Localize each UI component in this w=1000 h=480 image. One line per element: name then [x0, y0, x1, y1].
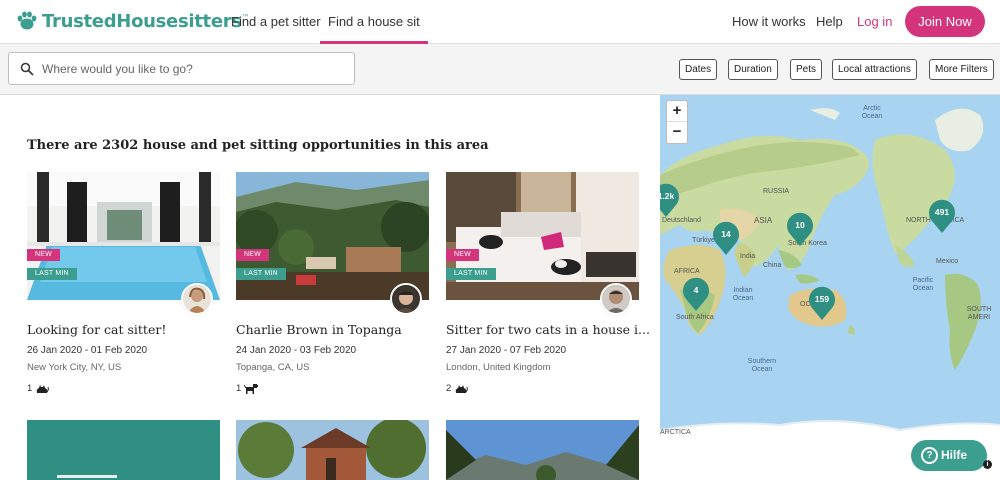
listing-title[interactable]: Charlie Brown in Topanga [236, 322, 439, 337]
india-label: India [740, 253, 756, 260]
listing-dates: 26 Jan 2020 - 01 Feb 2020 [27, 345, 148, 356]
listing-card[interactable]: NEW LAST MIN Sitter for two cats in a ho… [446, 172, 649, 394]
search-box[interactable] [8, 52, 355, 85]
nav-how-it-works[interactable]: How it works [732, 0, 806, 44]
filter-pets-button[interactable]: Pets [790, 59, 823, 80]
mexico-label: Mexico [936, 258, 959, 265]
host-avatar[interactable] [600, 283, 632, 315]
results-map[interactable]: Arctic Ocean RUSSIA Deutschland ASIA Tür… [660, 95, 1000, 480]
russia-label: RUSSIA [763, 188, 790, 195]
last-minute-badge: LAST MIN [27, 268, 77, 280]
china-label: China [763, 262, 782, 269]
listing-pets: 2 [446, 383, 469, 394]
host-avatar[interactable] [181, 283, 213, 315]
listing-card[interactable] [446, 420, 639, 480]
location-search-input[interactable] [42, 54, 342, 83]
nav-find-pet-sitter[interactable]: Find a pet sitter [231, 0, 321, 44]
south-america-label: SOUTH AMERI [966, 306, 992, 321]
new-badge: NEW [236, 249, 269, 261]
new-badge: NEW [446, 249, 479, 261]
listing-title[interactable]: Sitter for two cats in a house i... [446, 322, 649, 337]
listing-photo[interactable] [236, 420, 429, 480]
listing-pets: 1 [27, 383, 50, 394]
new-badge: NEW [27, 249, 60, 261]
nav-find-house-sit[interactable]: Find a house sit [320, 0, 428, 44]
map-marker-cluster[interactable]: 10 [786, 212, 814, 246]
question-icon: ? [921, 447, 938, 464]
cat-icon [456, 385, 469, 393]
listing-card[interactable] [236, 420, 429, 480]
indian-ocean-label: Indian Ocean [732, 287, 754, 302]
listing-dates: 27 Jan 2020 - 07 Feb 2020 [446, 345, 567, 356]
map-zoom-controls: + − [666, 100, 688, 144]
listing-photo[interactable] [446, 420, 639, 480]
more-filters-button[interactable]: More Filters [929, 59, 994, 80]
antarctica-label: ARCTICA [660, 429, 691, 436]
map-marker-cluster[interactable]: 1.2k [660, 183, 680, 217]
southern-ocean-label: Southern Ocean [747, 358, 777, 373]
listing-card[interactable]: NEW LAST MIN Looking for cat sitter! 26 … [27, 172, 220, 394]
listing-location: New York City, NY, US [27, 362, 122, 373]
zoom-in-button[interactable]: + [667, 101, 687, 122]
nav-help[interactable]: Help [816, 0, 843, 44]
listing-card[interactable]: NEW LAST MIN Charlie Brown in Topanga 24… [236, 172, 429, 394]
listing-location: London, United Kingdom [446, 362, 551, 373]
join-now-button[interactable]: Join Now [905, 6, 985, 37]
south-africa-label: South Africa [676, 314, 714, 321]
listing-location: Topanga, CA, US [236, 362, 310, 373]
dog-icon [244, 384, 259, 394]
search-icon [20, 62, 34, 76]
map-marker-cluster[interactable]: 4 [682, 277, 710, 311]
pet-count: 1 [27, 383, 33, 394]
results-heading: There are 2302 house and pet sitting opp… [27, 138, 489, 153]
map-marker-cluster[interactable]: 159 [808, 286, 836, 320]
info-icon[interactable]: i [983, 460, 992, 469]
zoom-out-button[interactable]: − [667, 122, 687, 143]
asia-label: ASIA [754, 216, 773, 225]
cat-icon [37, 385, 50, 393]
last-minute-badge: LAST MIN [236, 268, 286, 280]
arctic-ocean-label: Arctic Ocean [861, 105, 883, 120]
last-minute-badge: LAST MIN [446, 268, 496, 280]
brand-name: TrustedHousesitters™ [42, 10, 250, 32]
listing-photo[interactable]: NEW LAST MIN [27, 172, 220, 300]
filter-duration-button[interactable]: Duration [728, 59, 778, 80]
pet-count: 2 [446, 383, 452, 394]
africa-label: AFRICA [674, 268, 700, 275]
pet-count: 1 [236, 383, 242, 394]
listing-title[interactable]: Looking for cat sitter! [27, 322, 230, 337]
listing-photo[interactable]: NEW LAST MIN [446, 172, 639, 300]
search-filter-bar: Dates Duration Pets Local attractions Mo… [0, 44, 1000, 95]
host-avatar[interactable] [390, 283, 422, 315]
brand-logo[interactable]: TrustedHousesitters™ [16, 10, 250, 32]
help-chat-button[interactable]: ? Hilfe [911, 440, 987, 471]
deutschland-label: Deutschland [662, 217, 701, 224]
top-header: TrustedHousesitters™ Find a pet sitter F… [0, 0, 1000, 44]
help-button-label: Hilfe [941, 448, 968, 462]
filter-local-attractions-button[interactable]: Local attractions [832, 59, 917, 80]
login-link[interactable]: Log in [857, 0, 892, 44]
map-marker-cluster[interactable]: 14 [712, 221, 740, 255]
promo-card[interactable] [27, 420, 220, 480]
map-marker-cluster[interactable]: 491 [928, 199, 956, 233]
listing-pets: 1 [236, 383, 259, 394]
paw-logo-icon [16, 10, 38, 32]
listing-photo[interactable]: NEW LAST MIN [236, 172, 429, 300]
pacific-ocean-label: Pacific Ocean [912, 277, 934, 292]
filter-dates-button[interactable]: Dates [679, 59, 718, 80]
listing-dates: 24 Jan 2020 - 03 Feb 2020 [236, 345, 357, 356]
